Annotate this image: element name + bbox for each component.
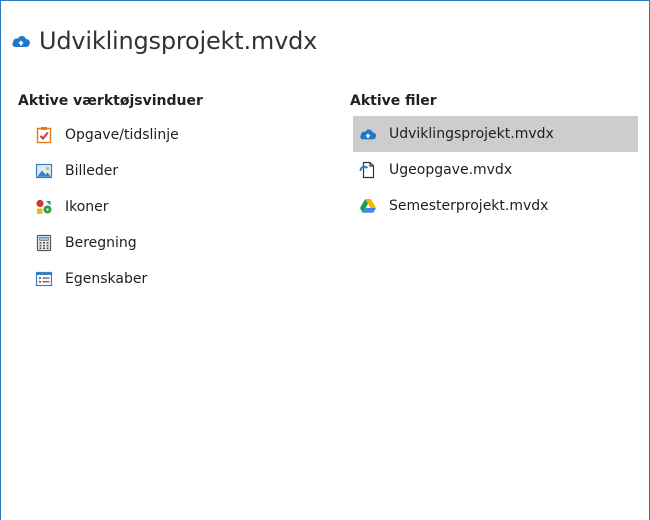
task-clipboard-icon — [36, 127, 52, 144]
properties-list-icon — [35, 271, 53, 287]
active-files-panel: Aktive filer Udviklingsprojekt.mvdx Ugeo… — [350, 91, 650, 224]
tool-window-label: Egenskaber — [65, 271, 148, 287]
tool-windows-panel: Aktive værktøjsvinduer Opgave/tidslinje … — [18, 91, 318, 297]
active-file-item-ugeopgave[interactable]: Ugeopgave.mvdx — [353, 152, 638, 188]
tool-window-item-opgave-tidslinje[interactable]: Opgave/tidslinje — [18, 117, 318, 153]
active-file-label: Semesterprojekt.mvdx — [389, 198, 549, 214]
document-icon — [359, 161, 375, 179]
tool-window-label: Ikoner — [65, 199, 109, 215]
active-files-heading: Aktive filer — [350, 93, 437, 109]
active-file-item-udviklingsprojekt[interactable]: Udviklingsprojekt.mvdx — [353, 116, 638, 152]
tool-window-item-ikoner[interactable]: Ikoner — [18, 189, 318, 225]
calculator-icon — [36, 234, 52, 252]
active-file-item-semesterprojekt[interactable]: Semesterprojekt.mvdx — [353, 188, 638, 224]
tool-windows-list: Opgave/tidslinje Billeder Ikoner Beregni… — [18, 117, 318, 297]
cloud-icon — [12, 36, 30, 47]
tool-window-label: Opgave/tidslinje — [65, 127, 179, 143]
switcher-window: Udviklingsprojekt.mvdx Aktive værktøjsvi… — [0, 0, 650, 520]
icons-palette-icon — [36, 199, 52, 214]
window-title-bar: Udviklingsprojekt.mvdx — [11, 27, 317, 55]
tool-window-item-beregning[interactable]: Beregning — [18, 225, 318, 261]
tool-window-item-egenskaber[interactable]: Egenskaber — [18, 261, 318, 297]
active-files-list: Udviklingsprojekt.mvdx Ugeopgave.mvdx Se… — [350, 116, 650, 224]
window-title: Udviklingsprojekt.mvdx — [39, 27, 318, 55]
tool-window-item-billeder[interactable]: Billeder — [18, 153, 318, 189]
cloud-icon — [360, 129, 377, 140]
active-file-label: Udviklingsprojekt.mvdx — [389, 126, 554, 142]
tool-window-label: Billeder — [65, 163, 119, 179]
active-file-label: Ugeopgave.mvdx — [389, 162, 513, 178]
tool-windows-heading: Aktive værktøjsvinduer — [18, 93, 203, 109]
tool-window-label: Beregning — [65, 235, 137, 251]
image-icon — [35, 163, 53, 179]
google-drive-icon — [360, 199, 376, 213]
